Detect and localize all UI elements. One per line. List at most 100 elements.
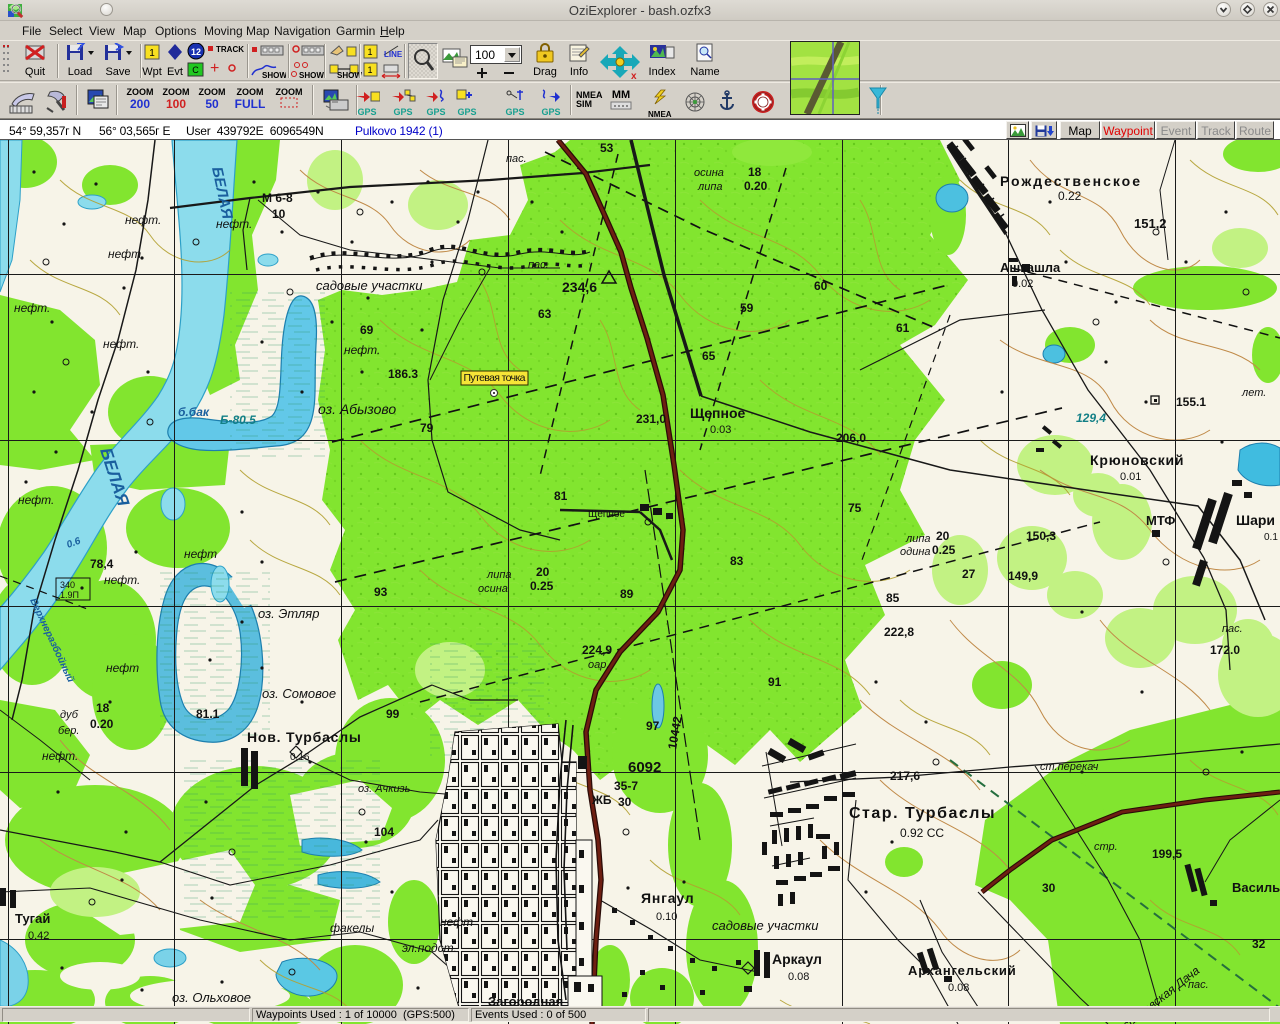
svg-text:Путевая точка: Путевая точка [464,372,526,384]
svg-text:липа: липа [905,533,931,545]
svg-text:нефт.: нефт. [14,301,50,315]
svg-text:217,6: 217,6 [890,769,920,783]
svg-text:оз. Этляр: оз. Этляр [258,606,319,621]
svg-text:пас.: пас. [1222,623,1243,635]
svg-text:186.3: 186.3 [388,367,418,381]
svg-text:61: 61 [896,321,910,335]
svg-text:0.08: 0.08 [948,982,969,994]
svg-text:155.1: 155.1 [1176,395,1206,409]
svg-text:78,4: 78,4 [90,557,114,571]
svg-text:нефт.: нефт. [344,343,380,357]
svg-text:0.1: 0.1 [1264,532,1278,543]
svg-text:0.08: 0.08 [788,971,809,983]
svg-text:30: 30 [618,795,632,809]
svg-text:6092: 6092 [628,759,661,776]
svg-text:оз. Ольховое: оз. Ольховое [172,990,251,1005]
svg-text:нефт: нефт [184,547,217,561]
svg-text:Щепное: Щепное [690,405,746,421]
svg-text:б.бак: б.бак [178,405,210,419]
svg-text:Щепное: Щепное [588,509,625,520]
svg-text:99: 99 [386,707,400,721]
svg-text:бер.: бер. [58,725,79,737]
svg-text:лет.: лет. [1241,387,1266,399]
svg-text:35-7: 35-7 [614,779,638,793]
svg-text:SHOW: SHOW [262,71,286,80]
svg-text:129,4: 129,4 [1076,411,1106,425]
svg-text:151,2: 151,2 [1134,216,1167,231]
svg-text:149,9: 149,9 [1008,569,1038,583]
svg-text:осина: осина [478,583,508,595]
svg-text:172.0: 172.0 [1210,643,1240,657]
svg-text:0.20: 0.20 [744,179,768,193]
svg-text:нефт.: нефт. [108,247,144,261]
svg-text:32: 32 [1252,937,1266,951]
svg-text:нефт.: нефт. [125,213,161,227]
svg-text:81.1: 81.1 [196,707,220,721]
svg-text:Б-80.5: Б-80.5 [220,413,256,427]
svg-text:1: 1 [367,65,372,75]
svg-text:дуб: дуб [60,709,79,721]
svg-text:оз. Ачкизь: оз. Ачкизь [358,783,411,795]
svg-text:0.25: 0.25 [932,543,956,557]
svg-text:липа: липа [697,181,723,193]
svg-text:садовые участки: садовые участки [316,278,423,293]
svg-text:SHOW: SHOW [299,71,324,80]
svg-text:ст.перекач: ст.перекач [1040,761,1099,773]
svg-text:10: 10 [272,207,286,221]
svg-text:Рождественское: Рождественское [1000,173,1142,189]
svg-text:150,3: 150,3 [1026,529,1056,543]
svg-text:224,9: 224,9 [582,643,612,657]
svg-text:75: 75 [848,501,862,515]
svg-text:осина: осина [694,167,724,179]
svg-text:оар.: оар. [588,659,609,671]
svg-text:83: 83 [730,554,744,568]
svg-text:оз. Сомовое: оз. Сомовое [262,686,336,701]
svg-text:эл.подст.: эл.подст. [402,941,457,955]
svg-text:60: 60 [814,279,828,293]
svg-text:C: C [192,65,199,75]
svg-text:65: 65 [702,349,716,363]
svg-text:x: x [631,71,637,80]
svg-text:Янгаул: Янгаул [641,890,694,906]
svg-text:69: 69 [360,323,374,337]
svg-text:53: 53 [600,141,614,155]
svg-text:0.92 СС: 0.92 СС [900,826,944,840]
svg-text:стр.: стр. [1094,841,1118,853]
svg-text:0.22: 0.22 [1058,189,1082,203]
svg-text:оз. Абызово: оз. Абызово [318,401,396,417]
svg-text:1: 1 [149,48,155,59]
svg-text:104: 104 [374,825,394,839]
svg-text:91: 91 [768,675,782,689]
svg-text:206,0: 206,0 [836,431,866,445]
svg-text:30: 30 [1042,881,1056,895]
svg-text:нефт.: нефт. [42,749,78,763]
svg-text:0.02: 0.02 [1012,278,1033,290]
svg-text:Архангельский: Архангельский [908,963,1016,978]
svg-text:0.16: 0.16 [290,752,310,763]
svg-text:0.03: 0.03 [710,424,731,436]
svg-text:27: 27 [962,567,976,581]
svg-text:Крюновский: Крюновский [1090,452,1184,468]
svg-text:0.42: 0.42 [28,930,49,942]
svg-text:+: + [210,60,219,77]
svg-text:нефт: нефт [106,661,139,675]
svg-text:20: 20 [536,565,550,579]
svg-text:0.25: 0.25 [530,579,554,593]
svg-text:одина: одина [900,546,931,558]
svg-text:222,8: 222,8 [884,625,914,639]
svg-text:59: 59 [740,301,754,315]
svg-text:0.20: 0.20 [90,717,114,731]
svg-text:79: 79 [420,421,434,435]
svg-text:85: 85 [886,591,900,605]
svg-text:89: 89 [620,587,634,601]
svg-text:Нов. Турбаслы: Нов. Турбаслы [247,729,362,745]
svg-text:12: 12 [191,47,201,57]
svg-text:нефт.: нефт. [104,573,140,587]
svg-text:факелы: факелы [330,921,374,935]
svg-text:234,6: 234,6 [562,279,597,295]
svg-text:340: 340 [60,580,75,590]
svg-text:Стар. Турбаслы: Стар. Турбаслы [849,805,996,822]
svg-text:63: 63 [538,307,552,321]
svg-text:нефт.: нефт. [103,337,139,351]
svg-text:TRACK: TRACK [216,45,244,54]
